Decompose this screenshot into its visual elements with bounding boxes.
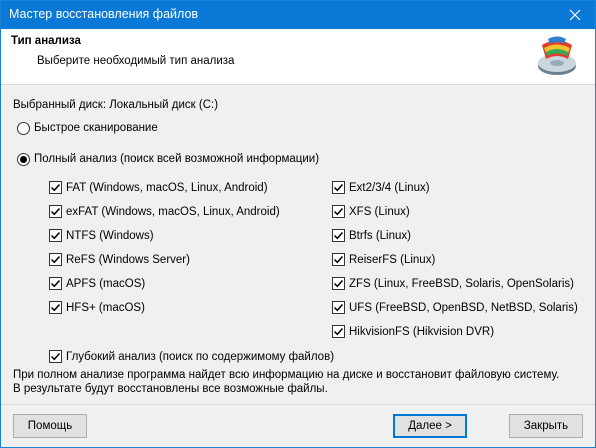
window-title: Мастер восстановления файлов (9, 7, 199, 21)
next-button[interactable]: Далее > (393, 414, 467, 438)
checkbox-box[interactable] (332, 229, 345, 242)
header-title: Тип анализа (11, 35, 81, 47)
filesystem-checkbox[interactable]: Ext2/3/4 (Linux) (332, 181, 430, 194)
checkmark-icon (50, 231, 61, 240)
checkbox-box[interactable] (49, 277, 62, 290)
filesystem-label[interactable]: Btrfs (Linux) (349, 230, 411, 242)
filesystem-checkbox[interactable]: ZFS (Linux, FreeBSD, Solaris, OpenSolari… (332, 277, 574, 290)
checkbox-box[interactable] (49, 205, 62, 218)
checkmark-icon (50, 279, 61, 288)
filesystem-label[interactable]: ReFS (Windows Server) (66, 254, 190, 266)
checkmark-icon (50, 183, 61, 192)
filesystem-label[interactable]: ZFS (Linux, FreeBSD, Solaris, OpenSolari… (349, 278, 574, 290)
close-icon[interactable] (555, 1, 595, 29)
help-button[interactable]: Помощь (13, 414, 87, 438)
filesystem-label[interactable]: exFAT (Windows, macOS, Linux, Android) (66, 206, 280, 218)
filesystem-checkbox[interactable]: FAT (Windows, macOS, Linux, Android) (49, 181, 268, 194)
filesystem-checkbox[interactable]: HFS+ (macOS) (49, 301, 145, 314)
filesystem-checkbox[interactable]: UFS (FreeBSD, OpenBSD, NetBSD, Solaris) (332, 301, 578, 314)
wizard-header: Тип анализа Выберите необходимый тип ана… (1, 29, 595, 85)
checkmark-icon (50, 352, 61, 361)
checkbox-box[interactable] (332, 301, 345, 314)
checkmark-icon (333, 231, 344, 240)
filesystem-checkbox[interactable]: NTFS (Windows) (49, 229, 154, 242)
wizard-window: Мастер восстановления файлов Тип анализа… (0, 0, 596, 448)
info-line-1: При полном анализе программа найдет всю … (13, 369, 560, 381)
checkbox-box[interactable] (332, 205, 345, 218)
filesystem-checkbox[interactable]: APFS (macOS) (49, 277, 145, 290)
checkbox-box[interactable] (332, 253, 345, 266)
filesystem-label[interactable]: APFS (macOS) (66, 278, 145, 290)
checkbox-box[interactable] (49, 350, 62, 363)
checkbox-box[interactable] (332, 181, 345, 194)
deep-analysis-checkbox[interactable]: Глубокий анализ (поиск по содержимому фа… (49, 350, 334, 363)
footer-divider (1, 404, 595, 405)
full-analysis-label[interactable]: Полный анализ (поиск всей возможной инфо… (34, 153, 319, 165)
checkmark-icon (50, 303, 61, 312)
checkbox-box[interactable] (332, 325, 345, 338)
checkmark-icon (50, 255, 61, 264)
checkbox-box[interactable] (332, 277, 345, 290)
filesystem-label[interactable]: XFS (Linux) (349, 206, 410, 218)
filesystem-checkbox[interactable]: HikvisionFS (Hikvision DVR) (332, 325, 494, 338)
checkbox-box[interactable] (49, 229, 62, 242)
filesystem-checkbox[interactable]: ReiserFS (Linux) (332, 253, 435, 266)
filesystem-checkbox[interactable]: Btrfs (Linux) (332, 229, 411, 242)
checkmark-icon (333, 303, 344, 312)
filesystem-label[interactable]: UFS (FreeBSD, OpenBSD, NetBSD, Solaris) (349, 302, 578, 314)
filesystem-label[interactable]: NTFS (Windows) (66, 230, 154, 242)
checkmark-icon (333, 207, 344, 216)
filesystem-label[interactable]: Ext2/3/4 (Linux) (349, 182, 430, 194)
checkmark-icon (333, 279, 344, 288)
checkmark-icon (50, 207, 61, 216)
checkbox-box[interactable] (49, 253, 62, 266)
filesystem-checkbox[interactable]: exFAT (Windows, macOS, Linux, Android) (49, 205, 280, 218)
quick-scan-label[interactable]: Быстрое сканирование (34, 122, 158, 134)
filesystem-label[interactable]: HikvisionFS (Hikvision DVR) (349, 326, 494, 338)
checkmark-icon (333, 255, 344, 264)
disk-recovery-logo-icon (538, 36, 576, 75)
checkmark-icon (333, 183, 344, 192)
quick-scan-radio[interactable] (17, 122, 30, 135)
filesystem-label[interactable]: ReiserFS (Linux) (349, 254, 435, 266)
title-bar[interactable]: Мастер восстановления файлов (1, 1, 595, 29)
filesystem-label[interactable]: HFS+ (macOS) (66, 302, 145, 314)
full-analysis-radio[interactable] (17, 153, 30, 166)
filesystem-checkbox[interactable]: ReFS (Windows Server) (49, 253, 190, 266)
deep-analysis-label[interactable]: Глубокий анализ (поиск по содержимому фа… (66, 351, 334, 363)
filesystem-checkbox[interactable]: XFS (Linux) (332, 205, 410, 218)
close-button[interactable]: Закрыть (509, 414, 583, 438)
checkbox-box[interactable] (49, 301, 62, 314)
selected-disk-label: Выбранный диск: Локальный диск (C:) (13, 99, 219, 111)
checkbox-box[interactable] (49, 181, 62, 194)
header-subtitle: Выберите необходимый тип анализа (37, 55, 235, 67)
info-line-2: В результате будут восстановлены все воз… (13, 383, 328, 395)
filesystem-label[interactable]: FAT (Windows, macOS, Linux, Android) (66, 182, 268, 194)
checkmark-icon (333, 327, 344, 336)
